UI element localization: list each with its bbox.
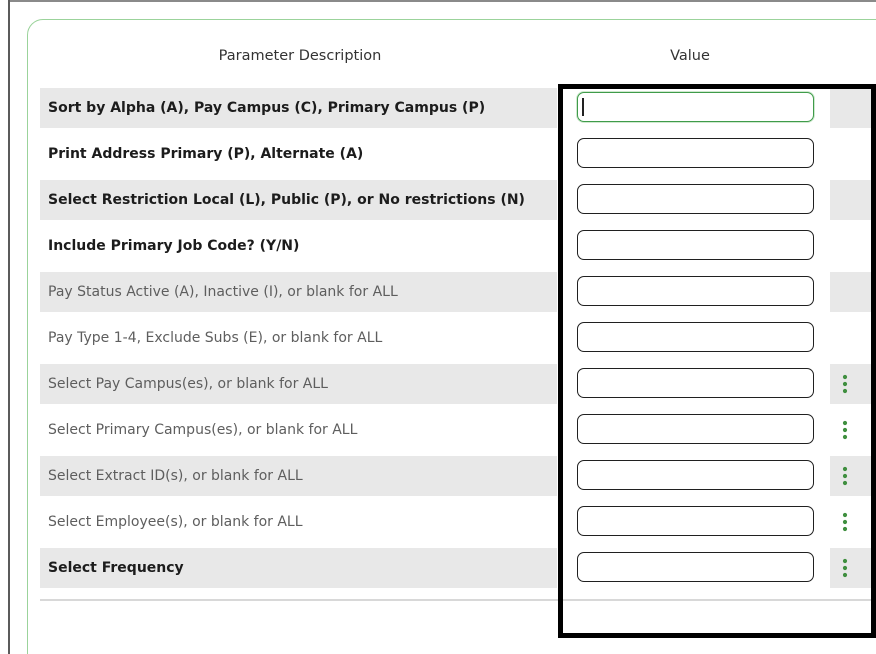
row-action-cell [830,364,876,404]
parameter-row: Sort by Alpha (A), Pay Campus (C), Prima… [40,88,876,128]
parameter-value-input[interactable] [577,368,814,398]
lookup-kebab-icon[interactable] [841,374,849,394]
parameter-value-input[interactable] [577,92,814,122]
report-parameters-page: Parameter Description Value Sort by Alph… [0,0,876,654]
parameter-value-input[interactable] [577,276,814,306]
row-action-cell [830,226,876,266]
parameter-value-input[interactable] [577,322,814,352]
parameter-description: Select Primary Campus(es), or blank for … [48,422,358,438]
row-action-cell [830,134,876,174]
lookup-kebab-icon[interactable] [841,420,849,440]
parameter-description: Select Employee(s), or blank for ALL [48,514,303,530]
parameter-value-input[interactable] [577,414,814,444]
row-action-cell [830,272,876,312]
parameter-value-input[interactable] [577,506,814,536]
parameter-value-input[interactable] [577,230,814,260]
row-action-cell [830,318,876,358]
parameters-table-header: Parameter Description Value [0,40,876,80]
parameter-description: Pay Type 1-4, Exclude Subs (E), or blank… [48,330,383,346]
row-action-cell [830,456,876,496]
lookup-kebab-icon[interactable] [841,466,849,486]
table-bottom-divider [40,599,876,601]
parameter-row: Select Employee(s), or blank for ALL [40,502,876,542]
parameter-value-input[interactable] [577,552,814,582]
value-header: Value [670,48,710,64]
lookup-kebab-icon[interactable] [841,558,849,578]
row-action-cell [830,502,876,542]
parameter-row: Pay Status Active (A), Inactive (I), or … [40,272,876,312]
parameter-value-input[interactable] [577,460,814,490]
parameter-row: Select Pay Campus(es), or blank for ALL [40,364,876,404]
window-top-border [8,0,876,2]
parameter-row: Select Frequency [40,548,876,588]
parameter-description: Select Pay Campus(es), or blank for ALL [40,364,557,404]
parameter-row: Select Extract ID(s), or blank for ALL [40,456,876,496]
parameter-row: Include Primary Job Code? (Y/N) [40,226,876,266]
row-action-cell [830,88,876,128]
parameter-description: Pay Status Active (A), Inactive (I), or … [40,272,557,312]
parameter-row: Select Primary Campus(es), or blank for … [40,410,876,450]
lookup-kebab-icon[interactable] [841,512,849,532]
window-left-border [8,0,10,654]
parameter-value-input[interactable] [577,138,814,168]
parameter-value-input[interactable] [577,184,814,214]
parameter-description: Select Restriction Local (L), Public (P)… [40,180,557,220]
parameter-description: Select Frequency [40,548,557,588]
parameter-description-header: Parameter Description [218,48,382,64]
parameter-description: Include Primary Job Code? (Y/N) [48,238,300,254]
parameter-row: Print Address Primary (P), Alternate (A) [40,134,876,174]
parameter-description: Sort by Alpha (A), Pay Campus (C), Prima… [40,88,557,128]
row-action-cell [830,548,876,588]
parameter-row: Select Restriction Local (L), Public (P)… [40,180,876,220]
parameter-row: Pay Type 1-4, Exclude Subs (E), or blank… [40,318,876,358]
parameter-description: Select Extract ID(s), or blank for ALL [40,456,557,496]
row-action-cell [830,410,876,450]
parameter-description: Print Address Primary (P), Alternate (A) [48,146,364,162]
row-action-cell [830,180,876,220]
